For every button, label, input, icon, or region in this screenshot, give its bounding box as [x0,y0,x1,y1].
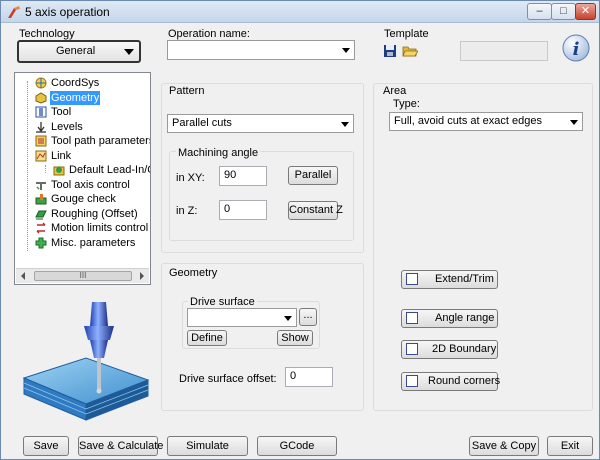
area-type-combo[interactable]: Full, avoid cuts at exact edges [389,112,583,131]
maximize-icon: □ [560,5,567,17]
machining-angle-group [169,151,354,241]
save-icon[interactable] [383,44,397,58]
drive-surface-label: Drive surface [188,296,257,308]
link-icon [35,150,47,162]
tool-icon [35,106,47,118]
simulate-button[interactable]: Simulate [167,436,248,456]
open-folder-icon[interactable] [402,44,418,58]
in-z-label: in Z: [176,205,198,217]
technology-value: General [56,45,96,57]
tool-axis-icon [36,182,46,190]
coordsys-icon [35,77,47,89]
boundary-2d-label: 2D Boundary [432,343,497,355]
machining-angle-label: Machining angle [176,147,261,159]
machining-illustration [22,302,150,421]
angle-range-button[interactable]: Angle range [401,309,498,328]
save-calculate-button[interactable]: Save & Calculate [78,436,163,456]
boundary-2d-button[interactable]: 2D Boundary [401,340,498,359]
pattern-value: Parallel cuts [172,117,232,129]
close-button[interactable]: ✕ [575,3,596,20]
app-icon [8,6,20,18]
pattern-label: Pattern [169,85,205,97]
misc-icon [35,237,47,249]
operation-window: 5 axis operation – □ ✕ Technology Genera… [0,0,600,460]
round-corners-label: Round corners [428,375,501,387]
close-icon: ✕ [580,5,591,17]
in-xy-input[interactable]: 90 [219,166,267,186]
parameter-tree[interactable]: CoordSys Geometry Tool Levels Tool path … [14,72,151,285]
extend-trim-checkbox[interactable] [406,273,418,285]
chevron-down-icon [570,120,578,125]
operation-name-combo[interactable] [167,40,355,60]
angle-range-checkbox[interactable] [406,312,418,324]
save-copy-button[interactable]: Save & Copy [469,436,539,456]
leadin-icon [53,166,65,176]
levels-icon [36,122,46,133]
chevron-down-icon [341,122,349,127]
constant-z-button[interactable]: Constant Z [288,201,343,220]
chevron-down-icon [284,316,292,321]
motion-limits-icon [36,222,46,234]
technology-label: Technology [19,28,75,40]
technology-dropdown[interactable]: General [17,40,141,63]
chevron-down-icon [342,48,350,53]
pattern-combo[interactable]: Parallel cuts [167,114,354,133]
drive-surface-offset-input[interactable]: 0 [285,367,333,387]
in-xy-label: in XY: [176,172,205,184]
minimize-icon: – [536,5,543,17]
area-label: Area [383,85,407,97]
window-title: 5 axis operation [25,5,110,19]
geometry-icon [35,92,47,104]
exit-button[interactable]: Exit [547,436,593,456]
round-corners-button[interactable]: Round corners [401,372,501,391]
template-field [460,41,548,61]
scroll-left-icon[interactable] [21,272,25,280]
svg-text:i: i [573,39,580,60]
gcode-button[interactable]: GCode [257,436,337,456]
chevron-down-icon [124,49,134,55]
maximize-button[interactable]: □ [551,3,576,20]
template-label: Template [384,28,429,40]
geometry-label: Geometry [169,267,218,279]
define-button[interactable]: Define [187,330,227,346]
round-corners-checkbox[interactable] [406,375,418,387]
scroll-right-icon[interactable] [140,272,144,280]
gouge-icon [35,194,47,205]
operation-name-label: Operation name: [168,28,250,40]
roughing-icon [35,210,47,220]
scroll-thumb-grip: III [79,271,87,280]
browse-button[interactable]: ... [299,308,317,326]
tree-horizontal-scrollbar[interactable]: III [16,268,149,283]
drive-surface-offset-label: Drive surface offset: [179,373,277,385]
in-z-input[interactable]: 0 [219,200,267,220]
angle-range-label: Angle range [435,312,495,324]
extend-trim-button[interactable]: Extend/Trim [401,270,498,289]
toolpath-icon [35,135,47,147]
extend-trim-label: Extend/Trim [435,273,494,285]
info-icon[interactable]: i [561,33,591,63]
show-button[interactable]: Show [277,330,313,346]
area-group [373,83,593,411]
save-button[interactable]: Save [23,436,69,456]
area-type-value: Full, avoid cuts at exact edges [394,115,542,127]
scroll-thumb[interactable]: III [34,271,132,281]
minimize-button[interactable]: – [527,3,552,20]
boundary-2d-checkbox[interactable] [406,343,418,355]
area-type-label: Type: [393,98,420,110]
title-bar: 5 axis operation – □ ✕ [1,1,599,23]
parallel-button[interactable]: Parallel [288,166,338,185]
drive-surface-combo[interactable] [187,308,297,327]
